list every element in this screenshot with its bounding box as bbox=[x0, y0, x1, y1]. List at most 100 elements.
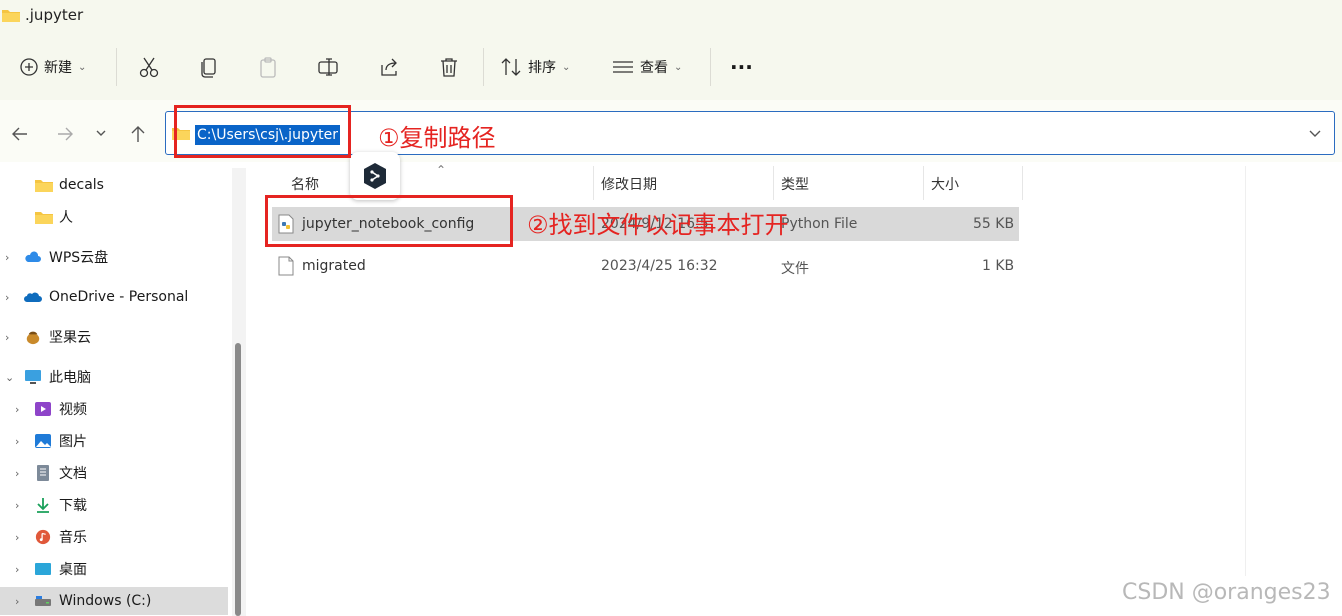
share-node-icon bbox=[364, 163, 386, 189]
chevron-right-icon[interactable]: › bbox=[15, 403, 19, 416]
sidebar-item-label: 坚果云 bbox=[49, 330, 91, 346]
sidebar-item-onedrive[interactable]: › OneDrive - Personal bbox=[0, 283, 228, 311]
file-icon bbox=[278, 256, 294, 276]
chevron-down-icon[interactable]: ⌄ bbox=[5, 371, 14, 384]
chevron-right-icon[interactable]: › bbox=[15, 563, 19, 576]
chevron-right-icon[interactable]: › bbox=[15, 467, 19, 480]
clipboard-icon bbox=[260, 57, 276, 78]
picture-icon bbox=[35, 434, 51, 448]
view-button[interactable]: 查看 ⌄ bbox=[612, 47, 682, 87]
file-type: Python File bbox=[781, 216, 858, 232]
chevron-right-icon[interactable]: › bbox=[15, 499, 19, 512]
nut-icon bbox=[26, 331, 40, 345]
paste-button[interactable] bbox=[258, 47, 278, 87]
plus-circle-icon bbox=[20, 58, 38, 76]
up-arrow-icon[interactable] bbox=[128, 124, 148, 144]
chevron-right-icon[interactable]: › bbox=[5, 291, 9, 304]
sidebar-scrollbar-thumb[interactable] bbox=[235, 343, 241, 616]
column-header-modified[interactable]: 修改日期 bbox=[601, 174, 657, 194]
copy-button[interactable] bbox=[199, 47, 219, 87]
column-header-size[interactable]: 大小 bbox=[931, 174, 959, 194]
chevron-right-icon[interactable]: › bbox=[5, 331, 9, 344]
cloud-icon bbox=[25, 251, 41, 262]
chevron-right-icon[interactable]: › bbox=[5, 251, 9, 264]
desktop-icon bbox=[35, 563, 51, 575]
file-type: 文件 bbox=[781, 261, 809, 277]
new-button[interactable]: 新建 ⌄ bbox=[20, 47, 86, 87]
sidebar-item-decals[interactable]: decals bbox=[0, 171, 228, 199]
column-divider[interactable] bbox=[593, 166, 594, 200]
sidebar-item-music[interactable]: › 音乐 bbox=[0, 523, 228, 551]
rename-button[interactable] bbox=[317, 47, 339, 87]
cut-button[interactable] bbox=[138, 47, 160, 87]
sidebar-item-label: 图片 bbox=[59, 434, 87, 450]
folder-icon bbox=[2, 10, 20, 22]
music-icon bbox=[35, 529, 51, 545]
sidebar-item-label: 此电脑 bbox=[49, 370, 91, 386]
sidebar-item-label: 音乐 bbox=[59, 530, 87, 546]
chevron-right-icon[interactable]: › bbox=[15, 595, 19, 608]
column-header-type[interactable]: 类型 bbox=[781, 174, 809, 194]
share-button[interactable] bbox=[378, 47, 400, 87]
annotation-box-file bbox=[265, 195, 513, 247]
chevron-down-icon: ⌄ bbox=[78, 61, 87, 73]
sidebar-item-wps-cloud[interactable]: › WPS云盘 bbox=[0, 243, 228, 271]
title-bar bbox=[0, 0, 1342, 34]
toolbar-divider bbox=[483, 48, 484, 86]
sidebar-item-ren[interactable]: 人 bbox=[0, 203, 228, 231]
share-icon bbox=[381, 58, 397, 76]
drive-icon bbox=[35, 596, 51, 606]
sidebar-item-label: OneDrive - Personal bbox=[49, 289, 189, 305]
sidebar-item-label: WPS云盘 bbox=[49, 250, 109, 266]
folder-icon bbox=[35, 180, 53, 192]
sort-ascending-icon: ⌃ bbox=[436, 163, 447, 177]
address-dropdown-chevron-icon[interactable] bbox=[1308, 126, 1322, 140]
sidebar-item-label: 桌面 bbox=[59, 562, 87, 578]
sidebar-item-pictures[interactable]: › 图片 bbox=[0, 427, 228, 455]
sidebar-item-label: 视频 bbox=[59, 402, 87, 418]
content-divider bbox=[1245, 166, 1246, 576]
view-label: 查看 bbox=[640, 60, 668, 76]
sidebar-item-documents[interactable]: › 文档 bbox=[0, 459, 228, 487]
annotation-box-address bbox=[174, 105, 351, 158]
sidebar-item-label: 文档 bbox=[59, 466, 87, 482]
sidebar-item-this-pc[interactable]: ⌄ 此电脑 bbox=[0, 363, 228, 391]
chevron-down-icon: ⌄ bbox=[674, 61, 683, 73]
chevron-down-icon: ⌄ bbox=[562, 61, 571, 73]
computer-icon bbox=[25, 370, 41, 384]
folder-icon bbox=[35, 212, 53, 224]
view-list-icon bbox=[613, 61, 633, 73]
column-divider[interactable] bbox=[1022, 166, 1023, 200]
sidebar-item-jianguoyun[interactable]: › 坚果云 bbox=[0, 323, 228, 351]
sidebar-item-label: 下载 bbox=[59, 498, 87, 514]
column-divider[interactable] bbox=[773, 166, 774, 200]
delete-button[interactable] bbox=[438, 47, 460, 87]
sidebar-item-windows-c[interactable]: › Windows (C:) bbox=[0, 587, 228, 615]
column-divider[interactable] bbox=[923, 166, 924, 200]
toolbar-divider bbox=[116, 48, 117, 86]
more-options-button[interactable]: ··· bbox=[730, 47, 753, 87]
recent-locations-chevron-icon[interactable] bbox=[94, 126, 108, 140]
rename-icon bbox=[318, 58, 338, 76]
sidebar-item-videos[interactable]: › 视频 bbox=[0, 395, 228, 423]
forward-arrow-icon[interactable] bbox=[55, 124, 75, 144]
sidebar-item-label: Windows (C:) bbox=[59, 593, 152, 609]
back-arrow-icon[interactable] bbox=[10, 124, 30, 144]
sidebar-item-desktop[interactable]: › 桌面 bbox=[0, 555, 228, 583]
new-label: 新建 bbox=[44, 60, 72, 76]
file-size: 1 KB bbox=[982, 258, 1015, 274]
sidebar-item-label: 人 bbox=[59, 210, 73, 226]
floating-extension-badge[interactable] bbox=[350, 152, 400, 200]
annotation-step2: ②找到文件以记事本打开 bbox=[527, 211, 789, 239]
sort-button[interactable]: 排序 ⌄ bbox=[500, 47, 570, 87]
sidebar-item-downloads[interactable]: › 下载 bbox=[0, 491, 228, 519]
chevron-right-icon[interactable]: › bbox=[15, 531, 19, 544]
file-modified: 2023/4/25 16:32 bbox=[601, 258, 718, 274]
sort-label: 排序 bbox=[528, 60, 556, 76]
window-title: .jupyter bbox=[25, 6, 84, 24]
download-icon bbox=[37, 498, 49, 513]
column-header-name[interactable]: 名称 bbox=[291, 174, 319, 194]
sidebar-item-label: decals bbox=[59, 177, 104, 193]
file-name[interactable]: migrated bbox=[302, 258, 366, 274]
chevron-right-icon[interactable]: › bbox=[15, 435, 19, 448]
